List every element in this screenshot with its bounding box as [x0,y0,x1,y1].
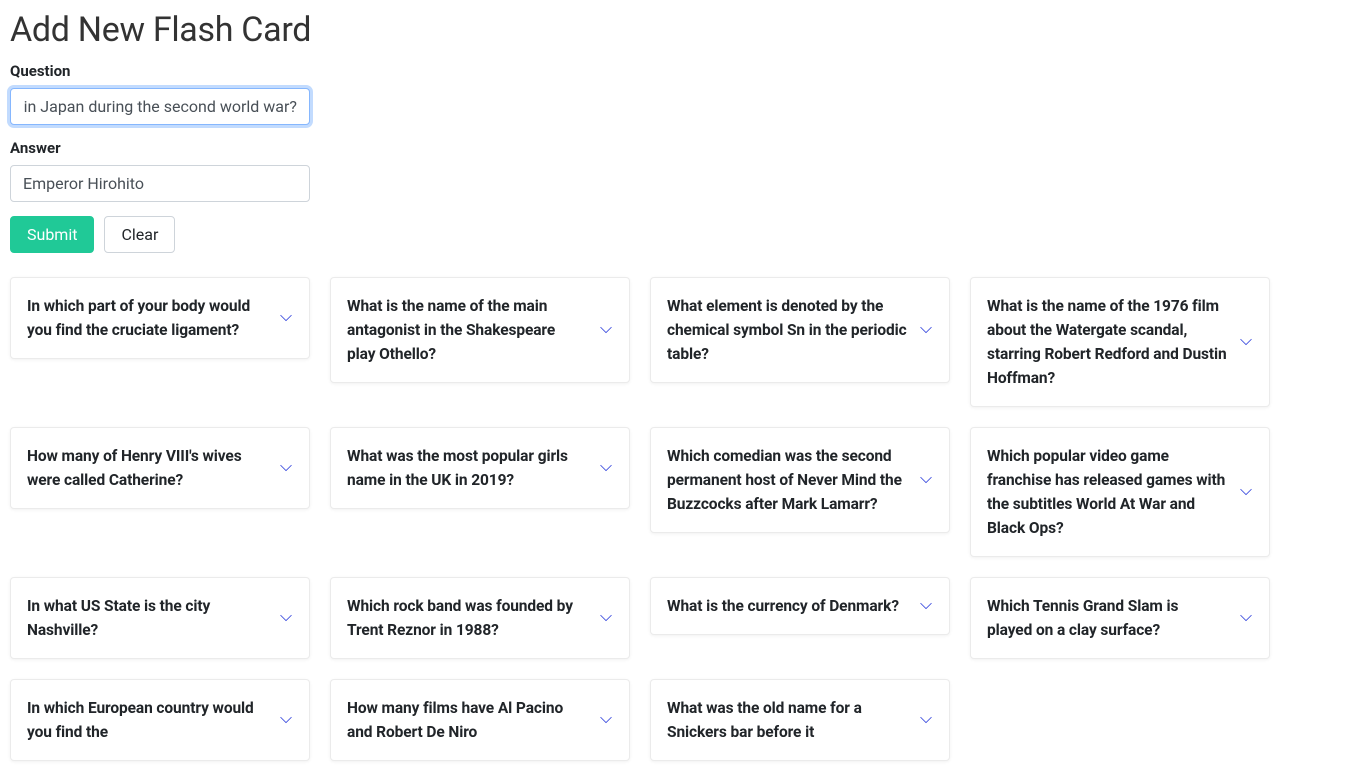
flash-card[interactable]: Which comedian was the second permanent … [650,427,950,533]
chevron-down-icon[interactable] [279,611,293,625]
card-question: How many films have Al Pacino and Robert… [347,696,587,744]
flash-card[interactable]: In what US State is the city Nashville? [10,577,310,659]
chevron-down-icon[interactable] [279,311,293,325]
chevron-down-icon[interactable] [279,713,293,727]
submit-button[interactable]: Submit [10,216,94,253]
flash-card[interactable]: Which popular video game franchise has r… [970,427,1270,557]
clear-button[interactable]: Clear [104,216,175,253]
answer-group: Answer [10,139,1350,202]
flash-card[interactable]: In which European country would you find… [10,679,310,761]
card-question: How many of Henry VIII's wives were call… [27,444,267,492]
answer-label: Answer [10,139,1350,157]
chevron-down-icon[interactable] [919,713,933,727]
card-question: What was the old name for a Snickers bar… [667,696,907,744]
chevron-down-icon[interactable] [599,323,613,337]
question-group: Question [10,62,1350,125]
card-question: Which rock band was founded by Trent Rez… [347,594,587,642]
flash-card[interactable]: What element is denoted by the chemical … [650,277,950,383]
flash-card[interactable]: What is the name of the 1976 film about … [970,277,1270,407]
chevron-down-icon[interactable] [919,599,933,613]
card-question: In which part of your body would you fin… [27,294,267,342]
chevron-down-icon[interactable] [1239,611,1253,625]
flash-card[interactable]: In which part of your body would you fin… [10,277,310,359]
chevron-down-icon[interactable] [599,611,613,625]
chevron-down-icon[interactable] [1239,485,1253,499]
chevron-down-icon[interactable] [1239,335,1253,349]
card-question: Which popular video game franchise has r… [987,444,1227,540]
chevron-down-icon[interactable] [599,713,613,727]
card-question: In what US State is the city Nashville? [27,594,267,642]
card-question: What is the name of the main antagonist … [347,294,587,366]
card-question: What was the most popular girls name in … [347,444,587,492]
page-title: Add New Flash Card [10,10,1350,50]
card-question: What element is denoted by the chemical … [667,294,907,366]
flash-card[interactable]: Which Tennis Grand Slam is played on a c… [970,577,1270,659]
flash-card[interactable]: What is the name of the main antagonist … [330,277,630,383]
answer-input[interactable] [10,165,310,202]
chevron-down-icon[interactable] [919,473,933,487]
flash-card[interactable]: How many films have Al Pacino and Robert… [330,679,630,761]
flash-card[interactable]: What was the most popular girls name in … [330,427,630,509]
card-question: What is the name of the 1976 film about … [987,294,1227,390]
question-label: Question [10,62,1350,80]
card-question: In which European country would you find… [27,696,267,744]
flash-card[interactable]: How many of Henry VIII's wives were call… [10,427,310,509]
chevron-down-icon[interactable] [919,323,933,337]
chevron-down-icon[interactable] [599,461,613,475]
cards-grid: In which part of your body would you fin… [10,277,1350,761]
card-question: What is the currency of Denmark? [667,594,899,618]
card-question: Which comedian was the second permanent … [667,444,907,516]
question-input[interactable] [10,88,310,125]
card-question: Which Tennis Grand Slam is played on a c… [987,594,1227,642]
flash-card[interactable]: Which rock band was founded by Trent Rez… [330,577,630,659]
flash-card[interactable]: What is the currency of Denmark? [650,577,950,635]
button-row: Submit Clear [10,216,1350,253]
flash-card[interactable]: What was the old name for a Snickers bar… [650,679,950,761]
chevron-down-icon[interactable] [279,461,293,475]
